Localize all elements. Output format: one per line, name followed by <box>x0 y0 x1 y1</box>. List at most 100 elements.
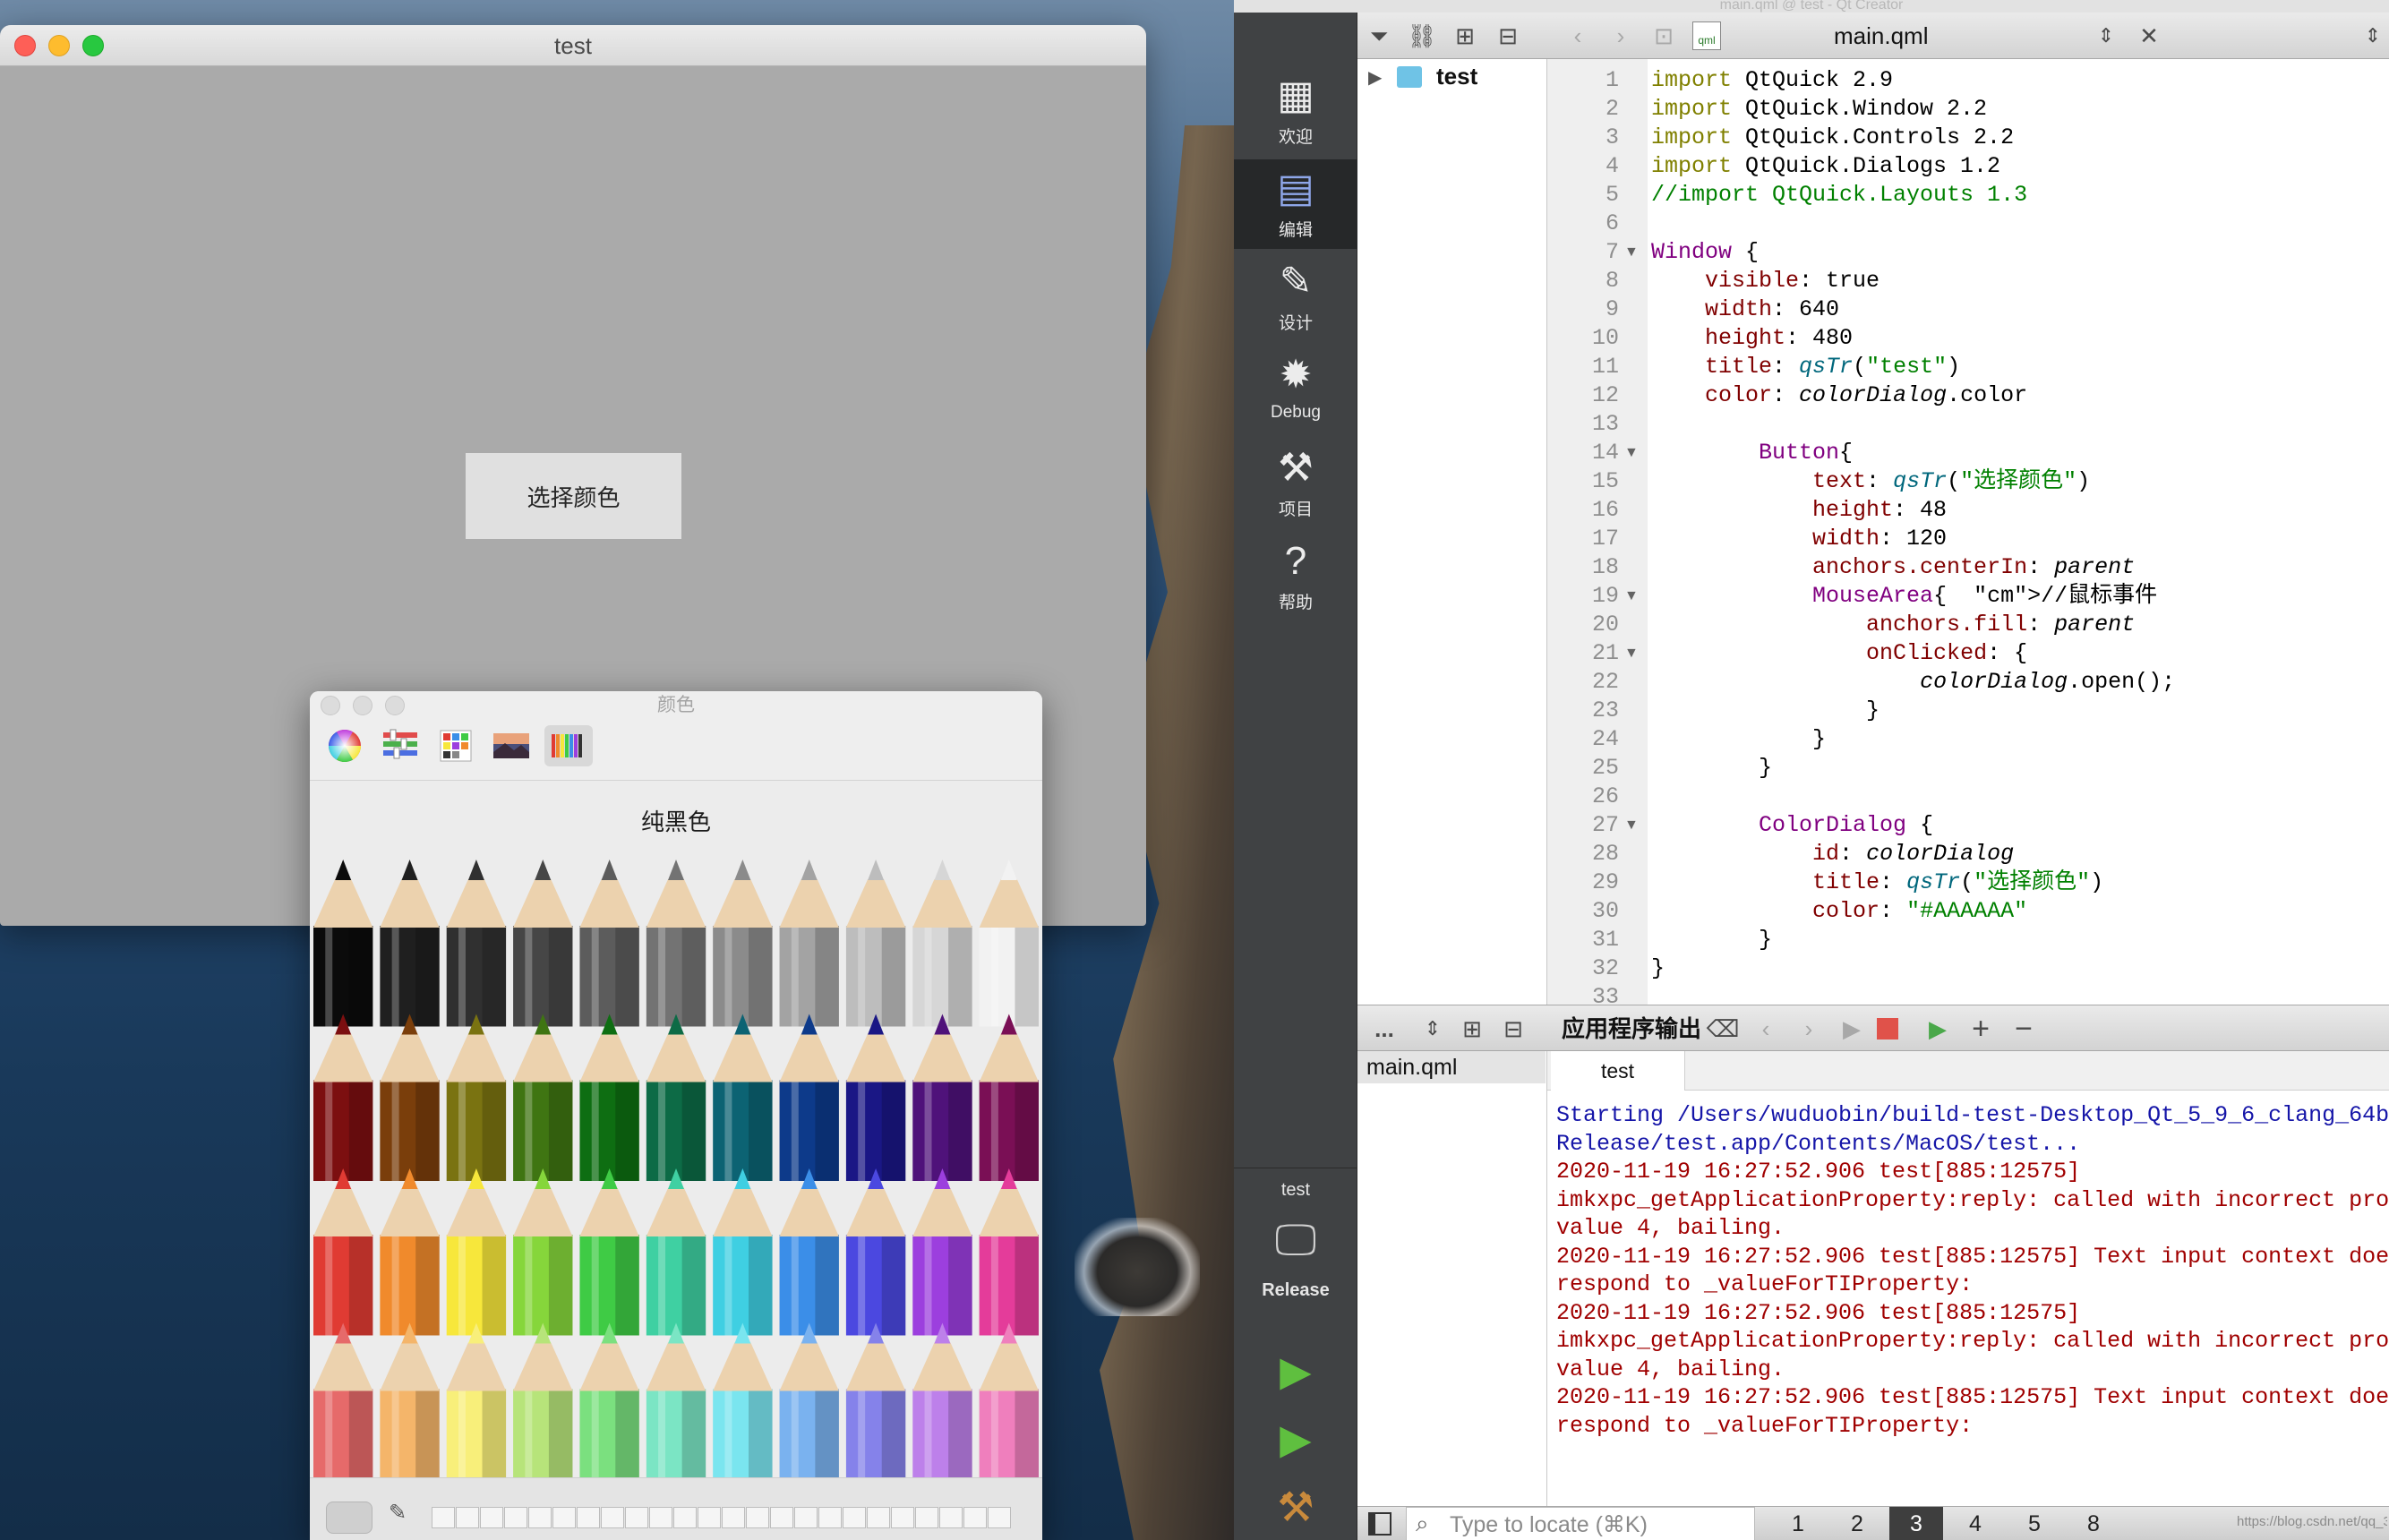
pencil-swatch[interactable] <box>513 1322 573 1478</box>
pencil-swatch[interactable] <box>313 860 373 1027</box>
empty-swatch[interactable] <box>504 1507 527 1528</box>
rerun-icon[interactable]: ▶ <box>1830 1005 1873 1052</box>
pencil-swatch[interactable] <box>979 1322 1039 1478</box>
fold-marker-icon[interactable]: ▼ <box>1624 811 1642 840</box>
mode-welcome[interactable]: ▦ 欢迎 <box>1234 66 1357 156</box>
current-color-well[interactable] <box>326 1502 372 1534</box>
project-root[interactable]: test <box>1436 63 1477 90</box>
pencils-icon[interactable] <box>544 725 593 766</box>
pencil-swatch[interactable] <box>713 1322 773 1478</box>
pencil-swatch[interactable] <box>779 860 839 1027</box>
image-palettes-icon[interactable] <box>491 725 532 766</box>
empty-swatch[interactable] <box>552 1507 576 1528</box>
color-wheel-icon[interactable] <box>324 725 365 766</box>
link-icon[interactable]: ⛓ <box>1400 13 1443 59</box>
output-pane-button-3[interactable]: 3 <box>1889 1507 1943 1540</box>
pencil-swatch[interactable] <box>579 1322 639 1478</box>
pencil-swatch[interactable] <box>779 1168 839 1336</box>
output-pane-button-1[interactable]: 1 <box>1771 1507 1825 1540</box>
pencil-swatch[interactable] <box>713 1168 773 1336</box>
split-icon[interactable]: ⊞ <box>1451 1005 1494 1052</box>
file-switch-icon[interactable]: ⇕ <box>2085 13 2128 59</box>
fold-marker-icon[interactable]: ▼ <box>1624 582 1642 611</box>
pencil-swatch[interactable] <box>646 1168 706 1336</box>
pencil-swatch[interactable] <box>845 1322 906 1478</box>
pencil-swatch[interactable] <box>513 860 573 1027</box>
pencil-swatch[interactable] <box>579 1014 639 1182</box>
empty-swatch[interactable] <box>577 1507 600 1528</box>
empty-swatch[interactable] <box>673 1507 697 1528</box>
empty-swatch[interactable] <box>601 1507 624 1528</box>
empty-swatch[interactable] <box>746 1507 769 1528</box>
pencil-swatch[interactable] <box>845 860 906 1027</box>
empty-swatch[interactable] <box>843 1507 866 1528</box>
fold-marker-icon[interactable]: ▼ <box>1624 238 1642 267</box>
pencil-swatch[interactable] <box>446 860 507 1027</box>
empty-swatch[interactable] <box>988 1507 1011 1528</box>
filter-icon[interactable]: ⏷ <box>1357 13 1400 59</box>
pencil-swatch[interactable] <box>979 860 1039 1027</box>
pencil-swatch[interactable] <box>912 1322 972 1478</box>
pencil-swatch[interactable] <box>313 1168 373 1336</box>
pencil-swatch[interactable] <box>446 1168 507 1336</box>
empty-swatch[interactable] <box>963 1507 987 1528</box>
build-hammer-icon[interactable]: ⚒ <box>1234 1483 1357 1531</box>
docs-switch-icon[interactable]: ⇕ <box>1411 1005 1454 1052</box>
application-output[interactable]: test Starting /Users/wuduobin/build-test… <box>1547 1051 2389 1506</box>
output-pane-button-2[interactable]: 2 <box>1830 1507 1884 1540</box>
pencil-swatch[interactable] <box>579 860 639 1027</box>
attach-debugger-icon[interactable]: ▶ <box>1916 1005 1959 1052</box>
mode-help[interactable]: ? 帮助 <box>1234 532 1357 621</box>
output-pane-button-4[interactable]: 4 <box>1948 1507 2002 1540</box>
file-tab-name[interactable]: main.qml <box>1834 13 1928 59</box>
output-pane-button-5[interactable]: 5 <box>2008 1507 2061 1540</box>
monitor-icon[interactable]: 🖵 <box>1234 1218 1357 1264</box>
pencil-swatch[interactable] <box>513 1168 573 1336</box>
pencil-swatch[interactable] <box>380 1322 440 1478</box>
mode-design[interactable]: ✎ 设计 <box>1234 252 1357 342</box>
color-sliders-icon[interactable] <box>380 725 421 766</box>
stop-icon[interactable] <box>1877 1018 1898 1040</box>
locator-input[interactable]: ⌕ Type to locate (⌘K) <box>1406 1507 1755 1540</box>
run-icon[interactable]: ▶ <box>1234 1347 1357 1395</box>
lock-icon[interactable]: ⊡ <box>1642 13 1685 59</box>
next-icon[interactable]: › <box>1787 1005 1830 1052</box>
pencil-swatch[interactable] <box>779 1014 839 1182</box>
mode-edit[interactable]: ▤ 编辑 <box>1234 159 1357 249</box>
output-pane-button-8[interactable]: 8 <box>2067 1507 2120 1540</box>
empty-swatch[interactable] <box>770 1507 793 1528</box>
empty-swatch[interactable] <box>649 1507 672 1528</box>
empty-swatch[interactable] <box>891 1507 914 1528</box>
expand-arrow-icon[interactable]: ▶ <box>1368 66 1382 89</box>
pencil-swatch[interactable] <box>446 1014 507 1182</box>
prev-icon[interactable]: ‹ <box>1744 1005 1787 1052</box>
code-editor[interactable]: import QtQuick 2.9 import QtQuick.Window … <box>1648 59 2389 1005</box>
mode-debug[interactable]: ✹ Debug <box>1234 346 1357 435</box>
empty-swatch[interactable] <box>794 1507 818 1528</box>
output-tab-test[interactable]: test <box>1551 1051 1685 1091</box>
split-icon[interactable]: ⊞ <box>1443 13 1486 59</box>
pencil-swatch[interactable] <box>579 1168 639 1336</box>
pencil-swatch[interactable] <box>713 1014 773 1182</box>
empty-swatch[interactable] <box>528 1507 552 1528</box>
pencil-swatch[interactable] <box>646 1322 706 1478</box>
pencil-swatch[interactable] <box>646 1014 706 1182</box>
open-doc-item[interactable]: main.qml <box>1357 1051 1546 1083</box>
empty-swatch[interactable] <box>432 1507 455 1528</box>
pencil-swatch[interactable] <box>979 1014 1039 1182</box>
pencil-swatch[interactable] <box>646 860 706 1027</box>
pencil-swatch[interactable] <box>912 860 972 1027</box>
empty-swatch[interactable] <box>625 1507 648 1528</box>
eyedropper-icon[interactable]: ✎ <box>389 1500 407 1526</box>
pencil-swatch[interactable] <box>313 1014 373 1182</box>
choose-color-button[interactable]: 选择颜色 <box>466 453 681 539</box>
back-icon[interactable]: ‹ <box>1556 13 1599 59</box>
zoom-out-icon[interactable]: − <box>2002 1005 2045 1052</box>
close-sidebar-icon[interactable]: ⊟ <box>1492 1005 1535 1052</box>
debug-run-icon[interactable]: ▶ <box>1234 1415 1357 1463</box>
test-window-titlebar[interactable]: test <box>0 25 1146 66</box>
clean-icon[interactable]: ⌫ <box>1701 1005 1744 1052</box>
split-menu-icon[interactable]: ⇕ <box>2351 13 2389 59</box>
color-palettes-icon[interactable] <box>435 725 476 766</box>
pencil-swatch[interactable] <box>513 1014 573 1182</box>
